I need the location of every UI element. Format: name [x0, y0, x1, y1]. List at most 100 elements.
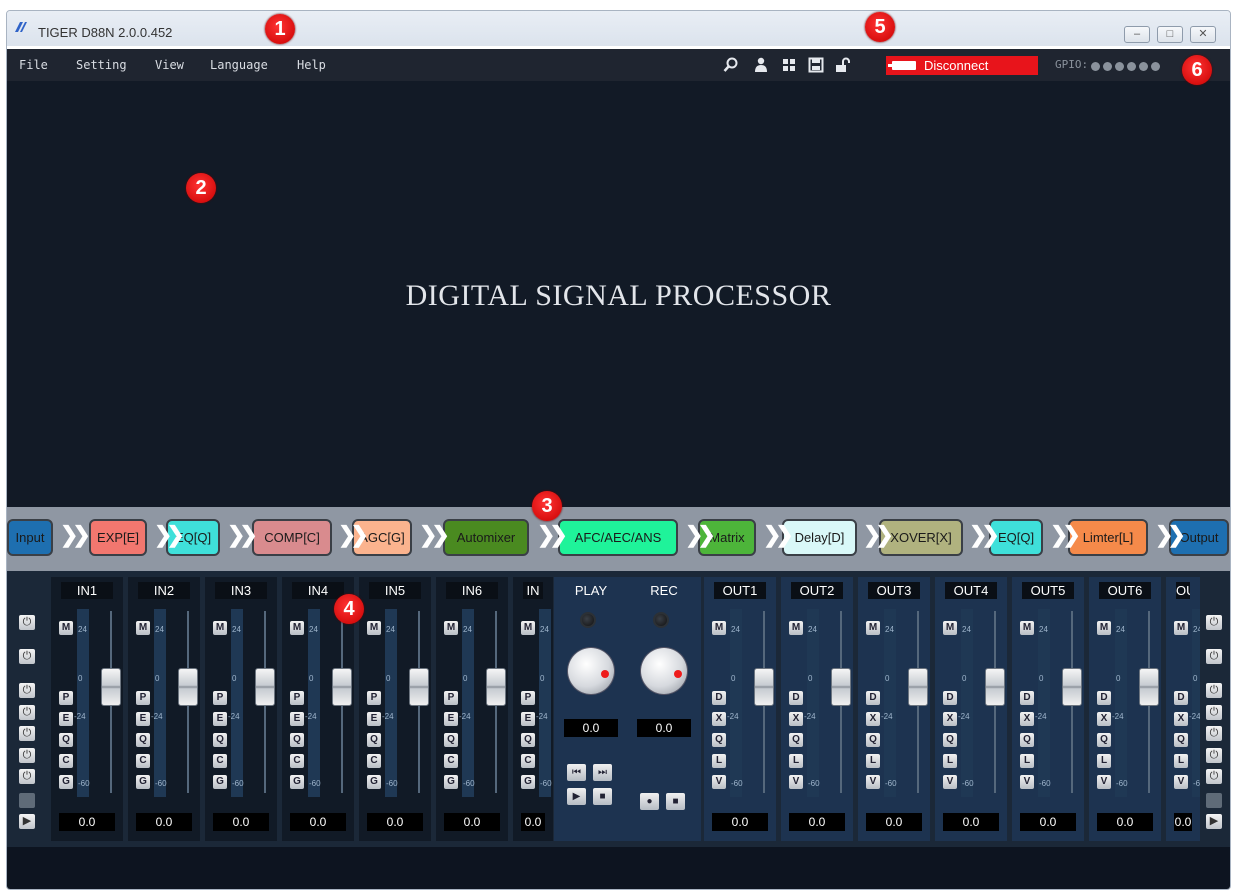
channel-x-button[interactable]: X: [1020, 712, 1034, 726]
play-level-knob[interactable]: [568, 648, 614, 694]
right-side-power-button[interactable]: ⏻: [1206, 649, 1222, 664]
channel-c-button[interactable]: C: [213, 754, 227, 768]
chain-block-afc-aec-ans[interactable]: AFC/AEC/ANS: [558, 519, 678, 556]
channel-e-button[interactable]: E: [521, 712, 535, 726]
channel-q-button[interactable]: Q: [444, 733, 458, 747]
channel-g-button[interactable]: G: [59, 775, 73, 789]
channel-q-button[interactable]: Q: [1097, 733, 1111, 747]
channel-c-button[interactable]: C: [136, 754, 150, 768]
chain-block-limter-l-[interactable]: Limter[L]: [1068, 519, 1148, 556]
menu-help[interactable]: Help: [297, 58, 326, 72]
channel-g-button[interactable]: G: [521, 775, 535, 789]
minimize-button[interactable]: –: [1124, 26, 1150, 43]
channel-q-button[interactable]: Q: [521, 733, 535, 747]
channel-m-button[interactable]: M: [712, 621, 726, 635]
channel-v-button[interactable]: V: [1097, 775, 1111, 789]
channel-g-button[interactable]: G: [136, 775, 150, 789]
left-side-power-button[interactable]: ⏻: [19, 649, 35, 664]
unlock-icon[interactable]: [835, 57, 851, 73]
channel-p-button[interactable]: P: [213, 691, 227, 705]
menu-setting[interactable]: Setting: [76, 58, 127, 72]
channel-x-button[interactable]: X: [866, 712, 880, 726]
left-side-power-button[interactable]: ⏻: [19, 748, 35, 763]
left-side-scroll-up-button[interactable]: [19, 793, 35, 808]
channel-v-button[interactable]: V: [712, 775, 726, 789]
channel-e-button[interactable]: E: [367, 712, 381, 726]
channel-l-button[interactable]: L: [866, 754, 880, 768]
channel-m-button[interactable]: M: [521, 621, 535, 635]
fader-knob[interactable]: [486, 668, 506, 706]
chain-block-eq-q-[interactable]: EQ[Q]: [989, 519, 1043, 556]
channel-p-button[interactable]: P: [367, 691, 381, 705]
channel-q-button[interactable]: Q: [712, 733, 726, 747]
fader-knob[interactable]: [754, 668, 774, 706]
close-button[interactable]: ✕: [1190, 26, 1216, 43]
right-side-scroll-right-button[interactable]: ▶: [1206, 814, 1222, 829]
channel-e-button[interactable]: E: [290, 712, 304, 726]
channel-q-button[interactable]: Q: [1020, 733, 1034, 747]
channel-c-button[interactable]: C: [290, 754, 304, 768]
channel-l-button[interactable]: L: [1020, 754, 1034, 768]
right-side-power-button[interactable]: ⏻: [1206, 748, 1222, 763]
channel-m-button[interactable]: M: [213, 621, 227, 635]
fader-knob[interactable]: [1062, 668, 1082, 706]
channel-x-button[interactable]: X: [943, 712, 957, 726]
stop-button[interactable]: ■: [593, 788, 612, 805]
right-side-power-button[interactable]: ⏻: [1206, 769, 1222, 784]
channel-p-button[interactable]: P: [59, 691, 73, 705]
channel-g-button[interactable]: G: [367, 775, 381, 789]
right-side-power-button[interactable]: ⏻: [1206, 705, 1222, 720]
channel-g-button[interactable]: G: [444, 775, 458, 789]
channel-e-button[interactable]: E: [213, 712, 227, 726]
grid-icon[interactable]: [781, 57, 797, 73]
menu-language[interactable]: Language: [210, 58, 268, 72]
channel-m-button[interactable]: M: [136, 621, 150, 635]
channel-q-button[interactable]: Q: [789, 733, 803, 747]
channel-c-button[interactable]: C: [444, 754, 458, 768]
channel-q-button[interactable]: Q: [1174, 733, 1188, 747]
channel-m-button[interactable]: M: [59, 621, 73, 635]
right-side-power-button[interactable]: ⏻: [1206, 615, 1222, 630]
next-button[interactable]: ⏭: [593, 764, 612, 781]
channel-p-button[interactable]: P: [290, 691, 304, 705]
channel-m-button[interactable]: M: [1174, 621, 1188, 635]
fader-knob[interactable]: [985, 668, 1005, 706]
rec-level-knob[interactable]: [641, 648, 687, 694]
right-side-scroll-up-button[interactable]: [1206, 793, 1222, 808]
channel-l-button[interactable]: L: [712, 754, 726, 768]
left-side-power-button[interactable]: ⏻: [19, 615, 35, 630]
channel-e-button[interactable]: E: [59, 712, 73, 726]
channel-p-button[interactable]: P: [136, 691, 150, 705]
channel-c-button[interactable]: C: [367, 754, 381, 768]
channel-q-button[interactable]: Q: [367, 733, 381, 747]
channel-v-button[interactable]: V: [866, 775, 880, 789]
channel-l-button[interactable]: L: [789, 754, 803, 768]
record-button[interactable]: ●: [640, 793, 659, 810]
fader-knob[interactable]: [831, 668, 851, 706]
channel-q-button[interactable]: Q: [136, 733, 150, 747]
left-side-power-button[interactable]: ⏻: [19, 705, 35, 720]
channel-l-button[interactable]: L: [1174, 754, 1188, 768]
record-stop-button[interactable]: ■: [666, 793, 685, 810]
disconnect-button[interactable]: Disconnect: [886, 56, 1038, 75]
channel-d-button[interactable]: D: [943, 691, 957, 705]
chain-block-input[interactable]: Input: [7, 519, 53, 556]
fader-knob[interactable]: [332, 668, 352, 706]
fader-knob[interactable]: [101, 668, 121, 706]
channel-q-button[interactable]: Q: [943, 733, 957, 747]
channel-c-button[interactable]: C: [521, 754, 535, 768]
channel-q-button[interactable]: Q: [213, 733, 227, 747]
channel-m-button[interactable]: M: [1020, 621, 1034, 635]
channel-x-button[interactable]: X: [712, 712, 726, 726]
chain-block-xover-x-[interactable]: XOVER[X]: [879, 519, 963, 556]
channel-v-button[interactable]: V: [1020, 775, 1034, 789]
channel-l-button[interactable]: L: [1097, 754, 1111, 768]
left-side-power-button[interactable]: ⏻: [19, 769, 35, 784]
chain-block-delay-d-[interactable]: Delay[D]: [782, 519, 857, 556]
menu-view[interactable]: View: [155, 58, 184, 72]
channel-q-button[interactable]: Q: [290, 733, 304, 747]
play-button[interactable]: ▶: [567, 788, 586, 805]
menu-file[interactable]: File: [19, 58, 48, 72]
channel-g-button[interactable]: G: [290, 775, 304, 789]
channel-m-button[interactable]: M: [866, 621, 880, 635]
